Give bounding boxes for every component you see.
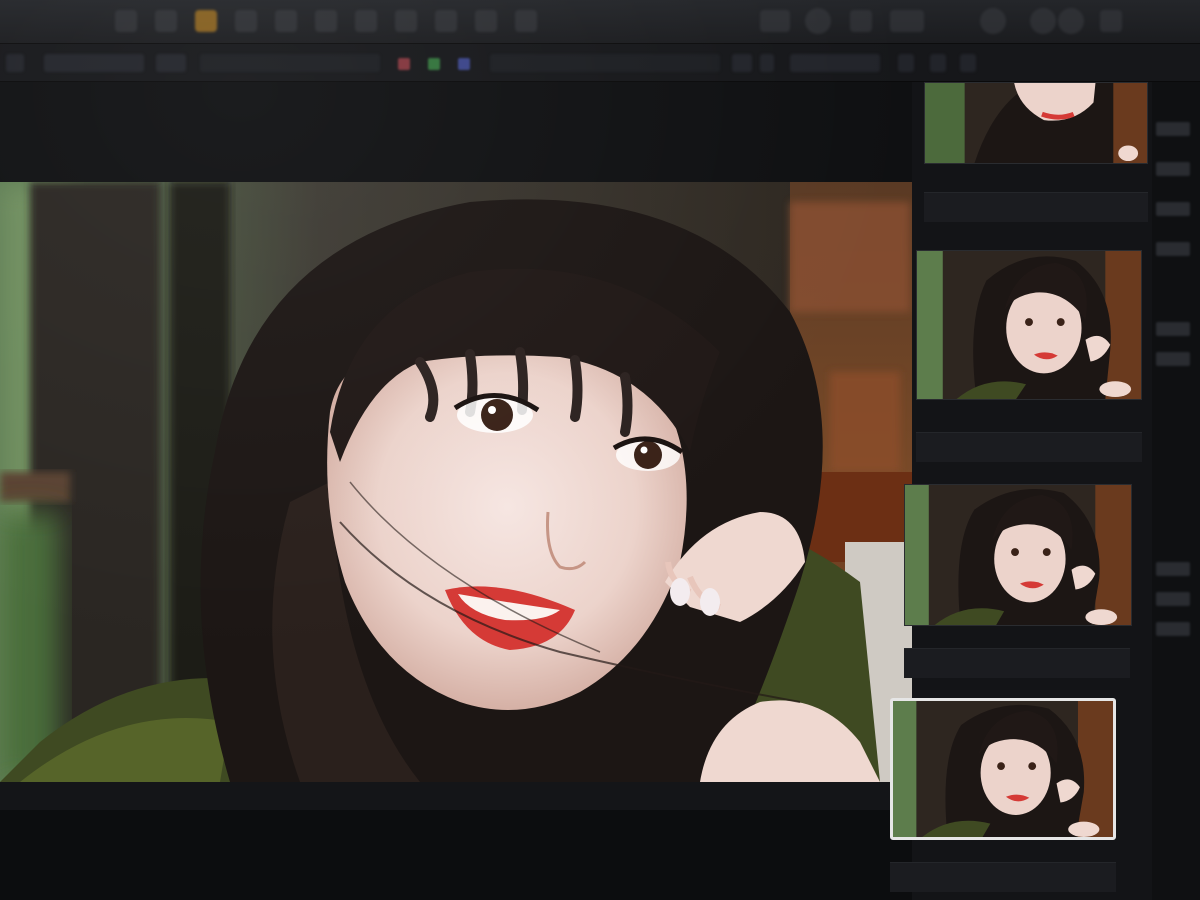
pen-icon[interactable] xyxy=(395,10,417,32)
top-toolbar xyxy=(0,0,1200,44)
side-control[interactable] xyxy=(1156,242,1190,256)
flag-icon[interactable] xyxy=(960,54,976,72)
thumbnail-1-info xyxy=(924,192,1148,222)
thumbnail-2-info xyxy=(916,432,1142,462)
green-swatch-icon[interactable] xyxy=(428,58,440,70)
viewer-header-area xyxy=(0,82,915,182)
bottom-panel xyxy=(0,810,915,900)
move-tool-icon[interactable] xyxy=(115,10,137,32)
lock-icon[interactable] xyxy=(760,54,774,72)
crop-icon[interactable] xyxy=(195,10,217,32)
edit-icon[interactable] xyxy=(1100,10,1122,32)
user-icon[interactable] xyxy=(980,8,1006,34)
lasso-icon[interactable] xyxy=(155,10,177,32)
thumbnail-image xyxy=(905,485,1131,625)
side-control[interactable] xyxy=(1156,352,1190,366)
gear-icon[interactable] xyxy=(850,10,872,32)
brush-icon[interactable] xyxy=(235,10,257,32)
sort-field[interactable] xyxy=(790,54,880,72)
viewer-status-bar xyxy=(0,782,915,810)
circle-icon[interactable] xyxy=(805,8,831,34)
blue-swatch-icon[interactable] xyxy=(458,58,470,70)
thumbnail-4-selected[interactable] xyxy=(890,698,1116,840)
zoom-field[interactable] xyxy=(156,54,186,72)
layers-icon[interactable] xyxy=(1030,8,1056,34)
filmstrip-panel xyxy=(890,82,1152,900)
star-icon[interactable] xyxy=(930,54,946,72)
side-control[interactable] xyxy=(1156,122,1190,136)
thumbnail-3[interactable] xyxy=(904,484,1132,626)
side-control[interactable] xyxy=(1156,592,1190,606)
eraser-icon[interactable] xyxy=(355,10,377,32)
side-control[interactable] xyxy=(1156,322,1190,336)
filter-field[interactable] xyxy=(490,54,720,72)
side-panel xyxy=(1152,82,1200,900)
text-icon[interactable] xyxy=(435,10,457,32)
side-control[interactable] xyxy=(1156,162,1190,176)
window-icon[interactable] xyxy=(760,10,790,32)
stamp-icon[interactable] xyxy=(275,10,297,32)
grid-icon[interactable] xyxy=(732,54,752,72)
thumbnail-4-info xyxy=(890,862,1116,892)
monitor-screen xyxy=(0,0,1200,900)
thumbnail-image xyxy=(925,83,1147,163)
side-control[interactable] xyxy=(1156,202,1190,216)
thumbnail-image xyxy=(917,251,1141,399)
thumbnail-3-info xyxy=(904,648,1130,678)
red-swatch-icon[interactable] xyxy=(398,58,410,70)
stack-icon[interactable] xyxy=(1058,8,1084,34)
main-image-viewer[interactable] xyxy=(0,182,912,782)
path-field xyxy=(200,54,380,72)
upload-icon[interactable] xyxy=(898,54,914,72)
shape-icon[interactable] xyxy=(475,10,497,32)
heal-icon[interactable] xyxy=(315,10,337,32)
zoom-icon[interactable] xyxy=(515,10,537,32)
preset-field[interactable] xyxy=(44,54,144,72)
options-strip xyxy=(0,44,1200,82)
side-control[interactable] xyxy=(1156,562,1190,576)
thumbnail-image xyxy=(893,701,1113,837)
thumbnail-1[interactable] xyxy=(924,82,1148,164)
side-control[interactable] xyxy=(1156,622,1190,636)
thumbnail-2[interactable] xyxy=(916,250,1142,400)
toggle-icon[interactable] xyxy=(890,10,924,32)
portrait-photo xyxy=(0,182,912,782)
menu-icon[interactable] xyxy=(6,54,24,72)
